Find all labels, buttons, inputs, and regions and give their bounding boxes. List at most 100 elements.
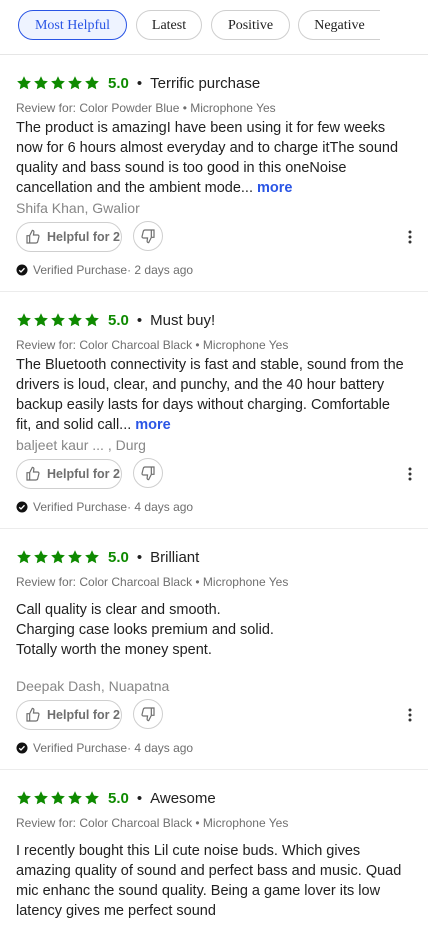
star-icon <box>85 76 99 90</box>
review-body-line: I recently bought this Lil cute noise bu… <box>16 843 361 859</box>
review-body-line: The product is amazingI have been using … <box>16 120 386 136</box>
review-card: 5.0 • Must buy! Review for: Color Charco… <box>0 292 428 529</box>
helpful-button[interactable]: Helpful for 2 <box>16 222 122 252</box>
review-author: Shifa Khan, Gwalior <box>16 200 140 216</box>
thumbs-up-icon <box>26 466 40 481</box>
review-title: Terrific purchase <box>150 74 261 92</box>
star-icon <box>51 550 65 564</box>
star-icon <box>34 791 48 805</box>
review-body-line: fit, and solid call... more <box>16 417 171 433</box>
star-icon <box>34 550 48 564</box>
review-filter-bar: Most Helpful Latest Positive Negative <box>0 0 428 55</box>
review-body-line: The Bluetooth connectivity is fast and s… <box>16 357 404 373</box>
separator-dot: • <box>136 311 143 329</box>
thumbs-down-icon <box>141 229 155 244</box>
review-title: Brilliant <box>150 548 200 566</box>
review-age: · 4 days ago <box>127 500 194 514</box>
star-icon <box>17 791 31 805</box>
thumbs-up-icon <box>26 707 40 722</box>
review-author: Deepak Dash, Nuapatna <box>16 678 170 694</box>
star-icon <box>51 791 65 805</box>
separator-dot: • <box>136 789 143 807</box>
star-icon <box>68 313 82 327</box>
rating-score: 5.0 <box>108 548 129 566</box>
read-more-link[interactable]: more <box>257 180 292 196</box>
star-rating <box>16 549 100 565</box>
rating-row: 5.0 • Must buy! <box>16 310 215 330</box>
review-body-line: amazing quality of sound and perfect bas… <box>16 863 402 879</box>
rating-row: 5.0 • Awesome <box>16 788 216 808</box>
not-helpful-button[interactable] <box>133 458 163 488</box>
verified-label: Verified Purchase <box>33 500 128 514</box>
helpful-count: Helpful for 2 <box>47 708 120 722</box>
review-body-line: quality and bass sound is too good in th… <box>16 160 347 176</box>
star-icon <box>85 550 99 564</box>
rating-row: 5.0 • Brilliant <box>16 547 199 567</box>
review-title: Must buy! <box>150 311 216 329</box>
more-vertical-icon[interactable] <box>400 227 420 247</box>
filter-most-helpful[interactable]: Most Helpful <box>18 10 127 40</box>
helpful-count: Helpful for 2 <box>47 230 120 244</box>
verified-purchase: Verified Purchase · 4 days ago <box>16 741 193 755</box>
rating-score: 5.0 <box>108 311 129 329</box>
rating-score: 5.0 <box>108 74 129 92</box>
review-body-line: drivers is loud, clear, and punchy, and … <box>16 377 385 393</box>
review-age: · 4 days ago <box>127 741 194 755</box>
review-body-line: cancellation and the ambient mode... mor… <box>16 180 293 196</box>
review-body-line: Totally worth the money spent. <box>16 642 212 658</box>
star-icon <box>34 76 48 90</box>
review-body-line: Charging case looks premium and solid. <box>16 622 274 638</box>
more-vertical-icon[interactable] <box>400 464 420 484</box>
star-icon <box>68 791 82 805</box>
more-vertical-icon[interactable] <box>400 705 420 725</box>
star-icon <box>85 791 99 805</box>
verified-label: Verified Purchase <box>33 263 128 277</box>
review-variant: Review for: Color Charcoal Black • Micro… <box>16 338 289 352</box>
star-rating <box>16 75 100 91</box>
filter-latest[interactable]: Latest <box>136 10 202 40</box>
review-body-line: Call quality is clear and smooth. <box>16 602 221 618</box>
star-icon <box>51 313 65 327</box>
star-icon <box>17 550 31 564</box>
star-icon <box>85 313 99 327</box>
star-icon <box>17 313 31 327</box>
star-icon <box>51 76 65 90</box>
star-icon <box>34 313 48 327</box>
review-body: I recently bought this Lil cute noise bu… <box>16 841 420 921</box>
review-body: The product is amazingI have been using … <box>16 118 420 198</box>
review-body: Call quality is clear and smooth. Chargi… <box>16 600 420 660</box>
review-card: 5.0 • Terrific purchase Review for: Colo… <box>0 55 428 292</box>
star-icon <box>17 76 31 90</box>
review-body-line: now for 6 hours almost everyday and to c… <box>16 140 399 156</box>
star-icon <box>68 76 82 90</box>
review-body: The Bluetooth connectivity is fast and s… <box>16 355 420 435</box>
verified-label: Verified Purchase <box>33 741 128 755</box>
star-icon <box>68 550 82 564</box>
review-card: 5.0 • Brilliant Review for: Color Charco… <box>0 529 428 770</box>
review-body-line: latency gives me perfect sound <box>16 903 216 919</box>
check-circle-icon <box>16 501 28 513</box>
not-helpful-button[interactable] <box>133 221 163 251</box>
review-body-line: mic enhanc the sound quality. Being a ga… <box>16 883 381 899</box>
separator-dot: • <box>136 548 143 566</box>
filter-positive[interactable]: Positive <box>211 10 290 40</box>
review-title: Awesome <box>150 789 216 807</box>
review-variant: Review for: Color Powder Blue • Micropho… <box>16 101 276 115</box>
read-more-link[interactable]: more <box>135 417 170 433</box>
separator-dot: • <box>136 74 143 92</box>
rating-score: 5.0 <box>108 789 129 807</box>
not-helpful-button[interactable] <box>133 699 163 729</box>
helpful-button[interactable]: Helpful for 2 <box>16 700 122 730</box>
filter-negative[interactable]: Negative <box>298 10 380 40</box>
helpful-count: Helpful for 2 <box>47 467 120 481</box>
review-variant: Review for: Color Charcoal Black • Micro… <box>16 575 289 589</box>
verified-purchase: Verified Purchase · 4 days ago <box>16 500 193 514</box>
review-card: 5.0 • Awesome Review for: Color Charcoal… <box>0 770 428 926</box>
review-variant: Review for: Color Charcoal Black • Micro… <box>16 816 289 830</box>
check-circle-icon <box>16 742 28 754</box>
rating-row: 5.0 • Terrific purchase <box>16 73 260 93</box>
helpful-button[interactable]: Helpful for 2 <box>16 459 122 489</box>
star-rating <box>16 790 100 806</box>
verified-purchase: Verified Purchase · 2 days ago <box>16 263 193 277</box>
review-body-line: backup easily lasts for days without cha… <box>16 397 390 413</box>
